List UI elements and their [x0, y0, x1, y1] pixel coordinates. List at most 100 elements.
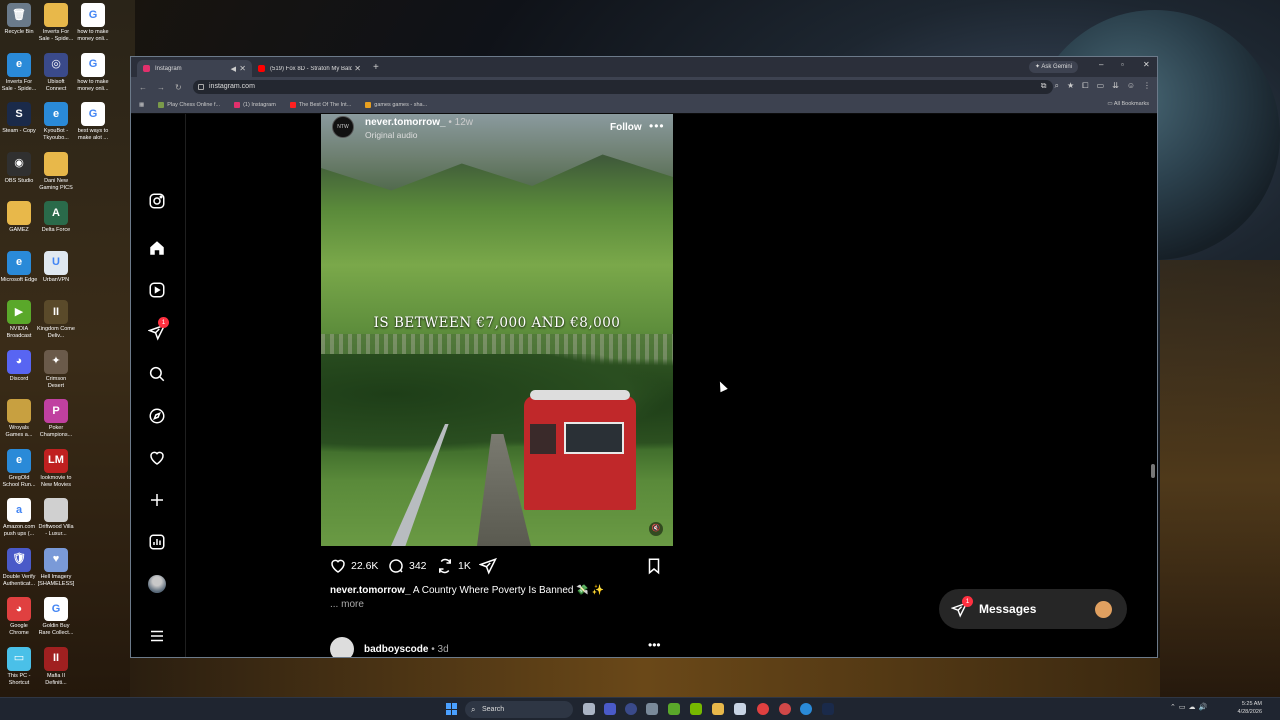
- ask-gemini-button[interactable]: ✦ Ask Gemini: [1029, 61, 1079, 73]
- home-icon[interactable]: [147, 238, 167, 258]
- close-tab-icon[interactable]: ✕: [239, 64, 246, 73]
- explore-icon[interactable]: [147, 406, 167, 426]
- close-window-button[interactable]: ✕: [1143, 60, 1150, 69]
- save-button[interactable]: [645, 557, 663, 575]
- clock[interactable]: 5:25 AM 4/28/2026: [1226, 700, 1262, 716]
- bookmark-item[interactable]: Play Chess Online f...: [158, 102, 220, 108]
- desktop-shortcut[interactable]: e GregOld School Run...: [0, 448, 38, 489]
- comment-button[interactable]: 342: [387, 557, 427, 575]
- desktop-shortcut[interactable]: P Poker Champions...: [37, 399, 75, 439]
- desktop-shortcut[interactable]: 🗑 Recycle Bin: [0, 3, 38, 36]
- dashboard-icon[interactable]: [147, 532, 167, 552]
- menu-icon[interactable]: ⋮: [1143, 81, 1151, 91]
- desktop-shortcut[interactable]: Gbest ways to make alot ...: [74, 102, 112, 142]
- chrome-icon[interactable]: [757, 703, 769, 715]
- extensions-icon[interactable]: ⧠: [1082, 81, 1088, 91]
- desktop-shortcut[interactable]: ◕ Google Chrome: [0, 597, 38, 637]
- bookmark-item[interactable]: (1) Instagram: [234, 102, 276, 108]
- desktop-shortcut[interactable]: a Amazon.com push ups (...: [0, 498, 38, 538]
- mute-icon[interactable]: 🔇: [649, 522, 663, 536]
- nvidia-icon[interactable]: [668, 703, 680, 715]
- desktop-shortcut[interactable]: ▶ NVIDIA Broadcast: [0, 300, 38, 340]
- next-post-username[interactable]: badboyscode • 3d: [364, 644, 449, 655]
- tab-instagram[interactable]: Instagram ◀ ✕: [137, 60, 252, 77]
- reel-video[interactable]: IS BETWEEN €7,000 AND €8,000 🔇: [321, 114, 673, 546]
- desktop-shortcut[interactable]: G Goldin Buy Rare Collect...: [37, 597, 75, 637]
- sidebar-icon[interactable]: ▭: [1097, 81, 1105, 91]
- instagram-logo-icon[interactable]: [147, 191, 167, 211]
- taskbar-search-input[interactable]: ⌕ Search: [465, 701, 573, 718]
- caption-more-link[interactable]: ... more: [330, 599, 364, 610]
- desktop-shortcut[interactable]: Ghow to make money onli...: [74, 52, 112, 93]
- install-app-icon[interactable]: ⧉: [1041, 81, 1047, 91]
- system-tray-icons[interactable]: ⌃▭☁🔊: [1170, 703, 1210, 711]
- nvidia-app-icon[interactable]: [690, 703, 702, 715]
- start-button[interactable]: [446, 703, 458, 715]
- post-author-avatar[interactable]: NTW: [332, 116, 354, 138]
- reels-icon[interactable]: [147, 280, 167, 300]
- bookmark-star-icon[interactable]: ★: [1067, 81, 1074, 91]
- messages-button[interactable]: 1 Messages: [939, 589, 1127, 629]
- desktop-shortcut[interactable]: A Delta Force: [37, 201, 75, 234]
- edge-icon[interactable]: [800, 703, 812, 715]
- page-scrollbar[interactable]: [1151, 464, 1155, 478]
- share-button[interactable]: [479, 557, 497, 575]
- desktop-shortcut[interactable]: Ghow to make money onli...: [74, 3, 112, 43]
- ubisoft-icon[interactable]: [625, 703, 637, 715]
- desktop-shortcut[interactable]: Driftwood Villa - Luxur...: [37, 498, 75, 538]
- task-view-icon[interactable]: [583, 703, 595, 715]
- zoom-icon[interactable]: ⌕: [1055, 81, 1059, 91]
- create-icon[interactable]: [147, 490, 167, 510]
- app-red-icon[interactable]: [779, 703, 791, 715]
- caption-username[interactable]: never.tomorrow_: [330, 585, 411, 596]
- desktop-shortcut[interactable]: U UrbanVPN: [37, 250, 75, 284]
- settings-icon[interactable]: [646, 703, 658, 715]
- new-tab-button[interactable]: +: [373, 62, 379, 73]
- post-options-icon[interactable]: •••: [649, 119, 665, 133]
- reload-icon[interactable]: ↻: [175, 83, 185, 92]
- profile-avatar[interactable]: [147, 574, 167, 594]
- desktop-shortcut[interactable]: ▭ This PC - Shortcut: [0, 646, 38, 687]
- apps-icon[interactable]: ▦: [139, 102, 144, 108]
- downloads-icon[interactable]: ⇊: [1112, 81, 1119, 91]
- desktop-shortcut[interactable]: ◉ OBS Studio: [0, 151, 38, 185]
- desktop-shortcut[interactable]: e Inverts For Sale - Spide...: [0, 52, 38, 93]
- desktop-shortcut[interactable]: e Microsoft Edge: [0, 250, 38, 284]
- repost-button[interactable]: 1K: [436, 557, 471, 575]
- tab-audio-icon[interactable]: ◀: [231, 65, 236, 73]
- follow-button[interactable]: Follow: [610, 122, 642, 133]
- desktop-shortcut[interactable]: II Kingdom Come Deliv...: [37, 300, 75, 340]
- site-info-icon[interactable]: [198, 84, 204, 90]
- url-input[interactable]: instagram.com: [193, 80, 1053, 94]
- all-bookmarks-button[interactable]: ▭ All Bookmarks: [1107, 101, 1149, 107]
- direct-messages-icon[interactable]: 1: [147, 317, 169, 342]
- desktop-shortcut[interactable]: ◎ Ubisoft Connect: [37, 52, 75, 93]
- minimize-button[interactable]: –: [1099, 60, 1103, 69]
- desktop-shortcut[interactable]: ♥ Hell Imagery [SHAMELESS]: [37, 547, 75, 588]
- desktop-shortcut[interactable]: S Steam - Copy: [0, 102, 38, 135]
- tab-youtube[interactable]: (519) Fox 8D - Stratoh My Bald... ✕: [252, 60, 367, 77]
- desktop-shortcut[interactable]: Inverts For Sale - Spide...: [37, 3, 75, 43]
- like-button[interactable]: 22.6K: [329, 557, 378, 575]
- search-icon[interactable]: [147, 364, 167, 384]
- maximize-button[interactable]: ▫: [1121, 60, 1124, 69]
- next-post-options-icon[interactable]: •••: [648, 638, 661, 652]
- post-author-username[interactable]: never.tomorrow_ • 12w: [365, 117, 473, 128]
- desktop-shortcut[interactable]: ✦ Crimson Desert: [37, 349, 75, 390]
- forward-icon[interactable]: →: [157, 83, 167, 92]
- desktop-shortcut[interactable]: Wroyals Games a...: [0, 399, 38, 439]
- app-shield-icon[interactable]: [604, 703, 616, 715]
- desktop-shortcut[interactable]: GAMEZ: [0, 201, 38, 234]
- desktop-shortcut[interactable]: Dani New Gaming PICS: [37, 151, 75, 192]
- desktop-shortcut[interactable]: LM lookmovie to New Movies: [37, 448, 75, 489]
- profile-icon[interactable]: ☺: [1127, 81, 1135, 91]
- bookmark-item[interactable]: games games - sha...: [365, 102, 427, 108]
- next-post-avatar[interactable]: [330, 637, 354, 657]
- notifications-heart-icon[interactable]: [147, 448, 167, 468]
- notepad-icon[interactable]: [734, 703, 746, 715]
- close-tab-icon[interactable]: ✕: [354, 64, 361, 73]
- back-icon[interactable]: ←: [139, 83, 149, 92]
- steam-icon[interactable]: [822, 703, 834, 715]
- bookmark-item[interactable]: The Best Of The Int...: [289, 102, 351, 108]
- desktop-shortcut[interactable]: e KyouBot - Tkyoubo...: [37, 102, 75, 142]
